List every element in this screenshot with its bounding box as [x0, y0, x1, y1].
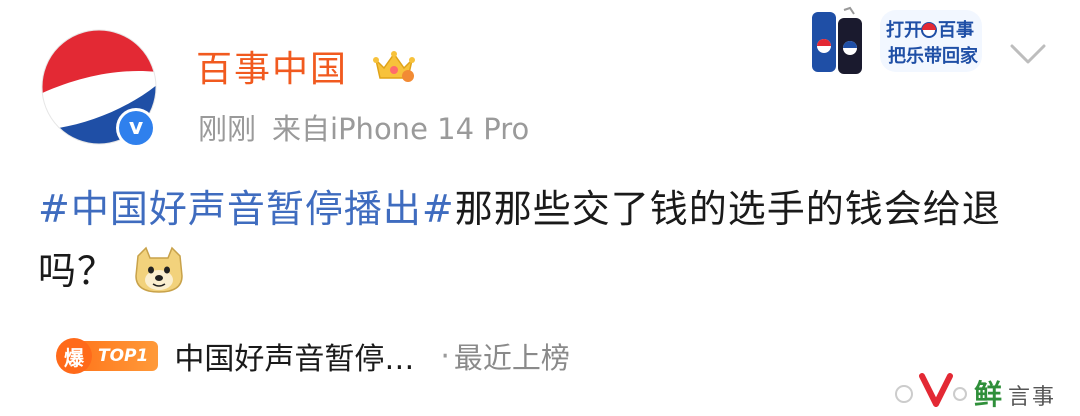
- promo-line1: 打开: [886, 19, 922, 41]
- promo-line2: 把乐带回家: [888, 45, 979, 67]
- hot-badge-icon: 爆: [56, 338, 92, 374]
- doge-emoji-icon: [132, 246, 186, 294]
- hot-separator: ·: [440, 338, 450, 374]
- svg-text:事: 事: [1032, 385, 1054, 410]
- post-source[interactable]: 来自iPhone 14 Pro: [272, 112, 529, 146]
- post-content: #中国好声音暂停播出#那那些交了钱的选手的钱会给退吗？: [38, 178, 1028, 302]
- verified-badge-icon: v: [116, 108, 156, 148]
- watermark-text: 鲜: [974, 378, 1002, 411]
- hot-tag: 最近上榜: [453, 341, 570, 375]
- promo-line1b: 百事: [938, 19, 974, 41]
- rank-badge: TOP1: [84, 341, 159, 371]
- post-meta: 刚刚 来自iPhone 14 Pro: [198, 106, 529, 148]
- svg-text:言: 言: [1008, 385, 1030, 410]
- promo-banner[interactable]: 打开 百事 把乐带回家: [804, 6, 984, 76]
- post-time: 刚刚: [198, 112, 257, 146]
- hot-topic-row[interactable]: 爆 TOP1 中国好声音暂停… · 最近上榜: [56, 334, 570, 378]
- crown-icon[interactable]: [372, 48, 416, 84]
- hashtag-link[interactable]: #中国好声音暂停播出#: [38, 187, 455, 231]
- watermark-logo: 鲜 言 事: [892, 368, 1072, 412]
- hot-topic-title[interactable]: 中国好声音暂停…: [174, 334, 414, 378]
- chevron-down-icon[interactable]: [1008, 42, 1048, 66]
- author-name[interactable]: 百事中国: [196, 40, 348, 92]
